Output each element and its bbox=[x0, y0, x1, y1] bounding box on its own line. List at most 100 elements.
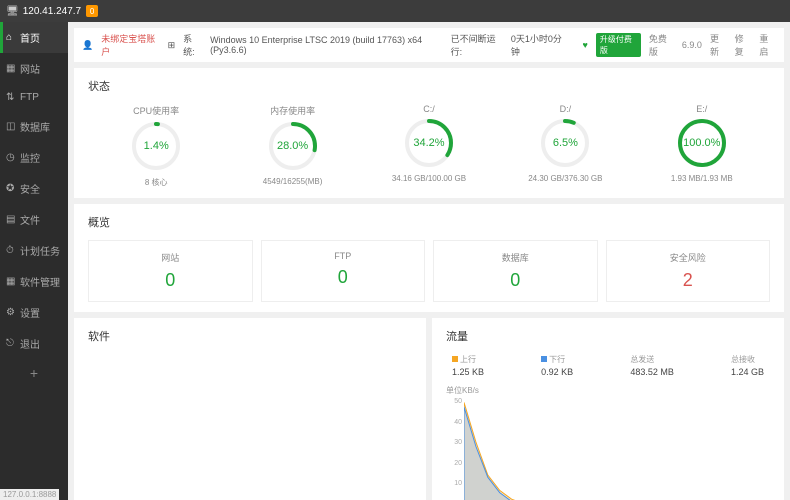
traffic-total-sent: 总发送 483.52 MB bbox=[630, 354, 674, 377]
overview-card-2[interactable]: 数据库 0 bbox=[433, 240, 598, 302]
sidebar-icon: ◷ bbox=[6, 152, 16, 163]
sidebar-label: 计划任务 bbox=[20, 243, 60, 258]
gauge-label: C:/ bbox=[368, 104, 491, 114]
update-link[interactable]: 更新 bbox=[710, 32, 727, 58]
software-title: 软件 bbox=[88, 328, 412, 344]
sidebar-item-5[interactable]: ✪ 安全 bbox=[0, 173, 68, 204]
sidebar-icon: ▤ bbox=[6, 214, 16, 225]
sidebar-icon: ▦ bbox=[6, 276, 16, 287]
traffic-up: 上行 1.25 KB bbox=[452, 354, 484, 377]
sidebar-item-10[interactable]: ⎋退出 bbox=[0, 328, 68, 359]
sidebar-item-0[interactable]: ⌂ 首页 bbox=[0, 22, 68, 53]
overview-card-1[interactable]: FTP 0 bbox=[261, 240, 426, 302]
sidebar-label: 文件 bbox=[20, 212, 40, 227]
sidebar-label: FTP bbox=[20, 92, 39, 103]
sidebar-label: 软件管理 bbox=[20, 274, 60, 289]
ov-label: 安全风险 bbox=[611, 251, 766, 264]
chart-unit: 单位KB/s bbox=[446, 385, 770, 396]
top-bar: 🖥 120.41.247.7 0 bbox=[0, 0, 790, 22]
gauge-percent: 34.2% bbox=[413, 137, 444, 149]
gauge-sub: 4549/16255(MB) bbox=[231, 177, 354, 186]
overview-card-3[interactable]: 安全风险 2 bbox=[606, 240, 771, 302]
windows-icon: ⊞ bbox=[168, 40, 176, 51]
uptime-value: 0天1小时0分钟 bbox=[511, 32, 567, 58]
gauge-circle: 1.4% bbox=[131, 121, 181, 171]
restart-link[interactable]: 重启 bbox=[759, 32, 776, 58]
sidebar-item-9[interactable]: ⚙ 设置 bbox=[0, 297, 68, 328]
sidebar-icon: ⏱ bbox=[6, 245, 16, 256]
sidebar-item-8[interactable]: ▦ 软件管理 bbox=[0, 266, 68, 297]
sidebar-icon: ▦ bbox=[6, 63, 16, 74]
overview-title: 概览 bbox=[88, 214, 770, 230]
login-warning[interactable]: 未绑定宝塔账户 bbox=[101, 32, 159, 58]
sidebar-item-3[interactable]: ◫ 数据库 bbox=[0, 111, 68, 142]
ov-label: FTP bbox=[266, 251, 421, 261]
overview-panel: 概览 网站 0FTP 0数据库 0安全风险 2 bbox=[74, 204, 784, 312]
status-title: 状态 bbox=[88, 78, 770, 94]
sidebar-label: 设置 bbox=[20, 305, 40, 320]
sidebar-icon: ⇅ bbox=[6, 92, 16, 103]
traffic-total-recv: 总接收 1.24 GB bbox=[731, 354, 764, 377]
sidebar-item-2[interactable]: ⇅ FTP bbox=[0, 84, 68, 111]
system-label: 系统: bbox=[183, 32, 202, 58]
ov-value: 0 bbox=[93, 270, 248, 291]
ov-label: 数据库 bbox=[438, 251, 593, 264]
edition-label: 免费版 bbox=[649, 32, 674, 58]
ov-value: 0 bbox=[266, 267, 421, 288]
gauge-sub: 1.93 MB/1.93 MB bbox=[640, 174, 763, 183]
traffic-panel: 流量 上行 1.25 KB 下行 0.92 KB 总发送 483.52 MB bbox=[432, 318, 784, 500]
sidebar-label: 安全 bbox=[20, 181, 40, 196]
shield-icon: ♥ bbox=[583, 40, 588, 50]
gauge-sub: 34.16 GB/100.00 GB bbox=[368, 174, 491, 183]
sidebar-item-7[interactable]: ⏱ 计划任务 bbox=[0, 235, 68, 266]
traffic-stats: 上行 1.25 KB 下行 0.92 KB 总发送 483.52 MB 总接收 … bbox=[446, 354, 770, 377]
upgrade-button[interactable]: 升级付费版 bbox=[596, 33, 641, 57]
gauge-label: 内存使用率 bbox=[231, 104, 354, 117]
system-info: Windows 10 Enterprise LTSC 2019 (build 1… bbox=[210, 35, 442, 55]
sidebar-icon: ⚙ bbox=[6, 307, 16, 318]
monitor-icon: 🖥 bbox=[6, 6, 19, 17]
sidebar-icon: ⎋ bbox=[6, 338, 16, 349]
server-ip: 120.41.247.7 bbox=[23, 6, 81, 17]
sidebar-label: 监控 bbox=[20, 150, 40, 165]
gauge-sub: 24.30 GB/376.30 GB bbox=[504, 174, 627, 183]
sidebar-label: 数据库 bbox=[20, 119, 50, 134]
notification-badge[interactable]: 0 bbox=[86, 5, 98, 17]
sidebar-label: 网站 bbox=[20, 61, 40, 76]
sidebar-item-1[interactable]: ▦ 网站 bbox=[0, 53, 68, 84]
status-panel: 状态 CPU使用率 1.4% 8 核心 内存使用率 28.0% 4549/162… bbox=[74, 68, 784, 198]
footer-local-ip: 127.0.0.1:8888 bbox=[0, 489, 59, 500]
traffic-down: 下行 0.92 KB bbox=[541, 354, 573, 377]
gauge-label: D:/ bbox=[504, 104, 627, 114]
gauge-0[interactable]: CPU使用率 1.4% 8 核心 bbox=[95, 104, 218, 188]
ov-label: 网站 bbox=[93, 251, 248, 264]
gauge-circle: 6.5% bbox=[540, 118, 590, 168]
gauge-circle: 28.0% bbox=[268, 121, 318, 171]
sidebar-item-4[interactable]: ◷ 监控 bbox=[0, 142, 68, 173]
repair-link[interactable]: 修复 bbox=[735, 32, 752, 58]
sidebar: ⌂ 首页 ▦ 网站 ⇅ FTP ◫ 数据库 ◷ 监控 ✪ 安全 ▤ 文件 ⏱ 计划任务 ▦ 软件管理 ⚙ 设置 ⎋退出+ bbox=[0, 22, 68, 500]
user-icon: 👤 bbox=[82, 40, 93, 51]
software-panel: 软件 bbox=[74, 318, 426, 500]
sidebar-icon: ✪ bbox=[6, 183, 16, 194]
gauge-percent: 1.4% bbox=[144, 140, 169, 152]
gauge-percent: 28.0% bbox=[277, 140, 308, 152]
sidebar-add-button[interactable]: + bbox=[0, 359, 68, 387]
traffic-title: 流量 bbox=[446, 328, 770, 344]
gauge-circle: 100.0% bbox=[677, 118, 727, 168]
gauge-circle: 34.2% bbox=[404, 118, 454, 168]
info-bar: 👤 未绑定宝塔账户 ⊞ 系统: Windows 10 Enterprise LT… bbox=[74, 28, 784, 62]
overview-card-0[interactable]: 网站 0 bbox=[88, 240, 253, 302]
gauge-2[interactable]: C:/ 34.2% 34.16 GB/100.00 GB bbox=[368, 104, 491, 188]
gauge-1[interactable]: 内存使用率 28.0% 4549/16255(MB) bbox=[231, 104, 354, 188]
gauge-3[interactable]: D:/ 6.5% 24.30 GB/376.30 GB bbox=[504, 104, 627, 188]
gauge-4[interactable]: E:/ 100.0% 1.93 MB/1.93 MB bbox=[640, 104, 763, 188]
sidebar-icon: ◫ bbox=[6, 121, 16, 132]
sidebar-icon: ⌂ bbox=[6, 32, 16, 43]
traffic-chart: 50403020100 bbox=[446, 398, 770, 500]
sidebar-item-6[interactable]: ▤ 文件 bbox=[0, 204, 68, 235]
ov-value: 0 bbox=[438, 270, 593, 291]
gauge-sub: 8 核心 bbox=[95, 177, 218, 188]
gauge-percent: 6.5% bbox=[553, 137, 578, 149]
sidebar-label: 首页 bbox=[20, 30, 40, 45]
